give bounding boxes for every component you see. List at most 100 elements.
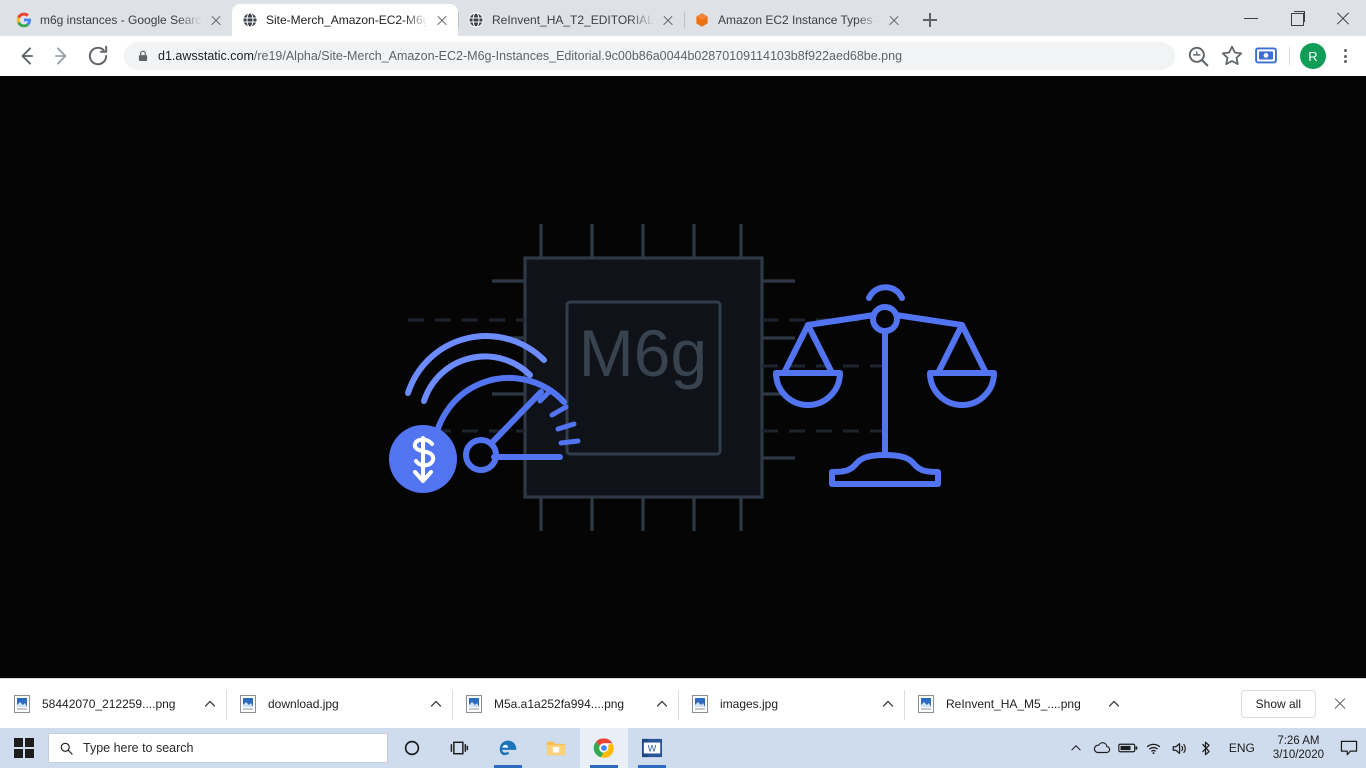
tab-close-icon[interactable] [886, 12, 902, 28]
download-filename: ReInvent_HA_M5_....png [946, 696, 1081, 711]
language-indicator[interactable]: ENG [1219, 728, 1265, 768]
browser-tab-1[interactable]: m6g instances - Google Search [6, 4, 232, 36]
action-center-button[interactable] [1332, 728, 1366, 768]
chevron-up-icon [1071, 745, 1081, 751]
browser-tab-4[interactable]: Amazon EC2 Instance Types - Am [684, 4, 910, 36]
image-file-icon [466, 694, 482, 713]
cortana-icon [404, 740, 420, 756]
close-window-button[interactable] [1320, 2, 1366, 34]
start-button[interactable] [0, 728, 48, 768]
browser-tab-3[interactable]: ReInvent_HA_T2_EDITORIAL.03e [458, 4, 684, 36]
arrow-right-icon [55, 47, 67, 65]
windows-logo-icon [14, 738, 34, 758]
google-g-icon [16, 12, 31, 28]
tab-close-icon[interactable] [208, 12, 224, 28]
image-file-icon [918, 694, 934, 713]
clock[interactable]: 7:26 AM 3/10/2020 [1265, 728, 1332, 768]
browser-toolbar: d1.awsstatic.com/re19/Alpha/Site-Merch_A… [0, 36, 1366, 76]
chrome-menu-button[interactable] [1332, 42, 1358, 70]
cast-button[interactable] [1252, 42, 1280, 70]
taskbar-app-file-explorer[interactable] [532, 728, 580, 768]
chevron-up-icon[interactable] [428, 696, 444, 712]
tab-title: m6g instances - Google Search [40, 13, 202, 27]
back-button[interactable] [12, 42, 40, 70]
screen: m6g instances - Google Search Site-Merch… [0, 0, 1366, 768]
kebab-dot [1343, 60, 1347, 64]
reload-button[interactable] [84, 42, 112, 70]
microsoft-word-icon: W [642, 738, 662, 758]
lock-icon [138, 50, 148, 61]
download-filename: images.jpg [720, 696, 779, 711]
globe-icon [468, 12, 484, 28]
download-item[interactable]: M5a.a1a252fa994....png [452, 688, 678, 720]
cloud-icon [1093, 742, 1110, 754]
tab-title: Site-Merch_Amazon-EC2-M6g-In [266, 13, 428, 27]
url-path: /re19/Alpha/Site-Merch_Amazon-EC2-M6g-In… [253, 49, 903, 63]
show-all-downloads-button[interactable]: Show all [1240, 689, 1316, 718]
taskbar-app-microsoft-edge[interactable] [484, 728, 532, 768]
toolbar-divider [1289, 47, 1290, 65]
tab-close-icon[interactable] [660, 12, 676, 28]
download-item[interactable]: ReInvent_HA_M5_....png [904, 688, 1130, 720]
chevron-up-icon[interactable] [202, 696, 218, 712]
download-item[interactable]: 58442070_212259....png [0, 688, 226, 720]
address-bar[interactable]: d1.awsstatic.com/re19/Alpha/Site-Merch_A… [124, 42, 1175, 70]
onedrive-tray-icon[interactable] [1089, 728, 1115, 768]
file-explorer-icon [546, 741, 566, 756]
clock-time: 7:26 AM [1277, 735, 1320, 747]
chevron-up-icon[interactable] [1106, 696, 1122, 712]
chevron-up-icon[interactable] [654, 696, 670, 712]
wifi-icon [1147, 743, 1161, 755]
minimize-button[interactable] [1228, 2, 1274, 34]
speaker-icon [1172, 742, 1186, 754]
aws-cube-icon [696, 13, 708, 27]
battery-tray-icon[interactable] [1115, 728, 1141, 768]
cortana-button[interactable] [388, 728, 436, 768]
volume-tray-icon[interactable] [1167, 728, 1193, 768]
image-file-icon [14, 694, 30, 713]
address-bar-text: d1.awsstatic.com/re19/Alpha/Site-Merch_A… [158, 42, 902, 70]
download-item[interactable]: images.jpg [678, 688, 904, 720]
microsoft-edge-icon [499, 740, 517, 756]
maximize-restore-button[interactable] [1274, 2, 1320, 34]
close-shelf-button[interactable] [1326, 690, 1354, 718]
search-placeholder: Type here to search [83, 741, 194, 755]
tab-strip: m6g instances - Google Search Site-Merch… [0, 0, 1366, 36]
star-icon [1221, 45, 1243, 66]
show-hidden-icons-button[interactable] [1063, 728, 1089, 768]
zoom-indicator-icon[interactable] [1184, 42, 1212, 70]
search-zoom-icon [1188, 46, 1209, 67]
taskbar-search-input[interactable]: Type here to search [48, 733, 388, 763]
profile-avatar[interactable]: R [1300, 43, 1326, 69]
task-view-button[interactable] [436, 728, 484, 768]
kebab-dot [1343, 54, 1347, 58]
network-tray-icon[interactable] [1141, 728, 1167, 768]
taskbar-app-google-chrome[interactable] [580, 728, 628, 768]
search-icon [60, 742, 73, 755]
reload-icon [88, 45, 108, 66]
forward-button[interactable] [48, 42, 76, 70]
bluetooth-icon [1202, 741, 1210, 756]
google-chrome-icon [593, 738, 614, 758]
tab-close-icon[interactable] [434, 12, 450, 28]
taskbar-app-microsoft-word[interactable]: W [628, 728, 676, 768]
arrow-left-icon [21, 47, 33, 65]
url-domain: d1.awsstatic.com [158, 49, 254, 63]
download-filename: download.jpg [268, 696, 339, 711]
new-tab-button[interactable] [916, 6, 944, 34]
browser-tab-2[interactable]: Site-Merch_Amazon-EC2-M6g-In [232, 4, 458, 36]
kebab-dot [1343, 48, 1347, 52]
bluetooth-tray-icon[interactable] [1193, 728, 1219, 768]
page-viewport: M6g [0, 76, 1366, 678]
chevron-up-icon[interactable] [880, 696, 896, 712]
bookmark-button[interactable] [1218, 42, 1246, 70]
battery-icon [1118, 743, 1138, 753]
image-file-icon [692, 694, 708, 713]
tab-title: ReInvent_HA_T2_EDITORIAL.03e [492, 13, 654, 27]
chip-label: M6g [579, 316, 707, 390]
notification-icon [1340, 740, 1358, 756]
windows-taskbar: Type here to search W ENG 7:26 AM 3/10/2… [0, 728, 1366, 768]
download-item[interactable]: download.jpg [226, 688, 452, 720]
download-filename: M5a.a1a252fa994....png [494, 696, 625, 711]
cpu-chip-icon: M6g [492, 224, 795, 531]
